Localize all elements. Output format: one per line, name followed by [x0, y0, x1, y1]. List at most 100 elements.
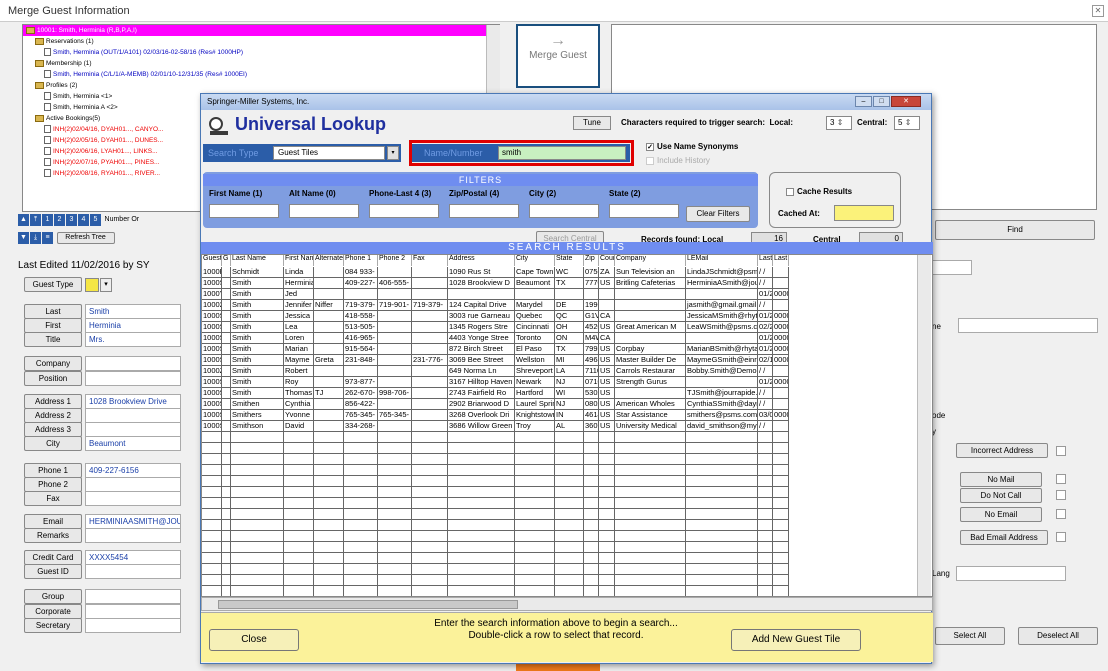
column-header[interactable]: Address: [448, 255, 515, 266]
add-new-guest-tile-button[interactable]: Add New Guest Tile: [731, 629, 861, 651]
grid-cell[interactable]: [412, 399, 448, 410]
grid-cell[interactable]: [615, 311, 686, 322]
grid-cell[interactable]: [615, 300, 686, 311]
field-value[interactable]: [85, 408, 181, 423]
grid-cell[interactable]: American Wholes: [615, 399, 686, 410]
grid-cell[interactable]: Smith: [231, 322, 284, 333]
grid-cell[interactable]: [773, 421, 789, 432]
grid-cell[interactable]: CynthiaSSmith@dayrep.co: [686, 399, 758, 410]
grid-cell[interactable]: 0000: [773, 410, 789, 421]
grid-cell[interactable]: Linda: [284, 267, 314, 278]
grid-cell[interactable]: 973-877-: [344, 377, 378, 388]
field-value[interactable]: HERMINIAASMITH@JOU: [85, 514, 181, 529]
grid-cell[interactable]: [412, 366, 448, 377]
field-value[interactable]: Mrs.: [85, 332, 181, 347]
grid-cell[interactable]: 10002: [202, 300, 222, 311]
grid-cell[interactable]: [314, 366, 344, 377]
field-label-button[interactable]: First: [24, 318, 82, 333]
grid-cell[interactable]: WI: [555, 388, 584, 399]
grid-cell[interactable]: 1000S: [202, 278, 222, 289]
right-field-ne[interactable]: [958, 318, 1098, 333]
grid-cell[interactable]: [222, 278, 231, 289]
grid-cell[interactable]: 1000R: [202, 267, 222, 278]
results-grid[interactable]: Guest #GLast NameFirst NamAlternatePhone…: [201, 254, 933, 597]
grid-cell[interactable]: 4403 Yonge Stree: [448, 333, 515, 344]
field-label-button[interactable]: Address 2: [24, 408, 82, 423]
grid-cell[interactable]: US: [599, 366, 615, 377]
bad-email-checkbox[interactable]: [1056, 532, 1066, 542]
grid-cell[interactable]: [412, 410, 448, 421]
grid-cell[interactable]: LeaWSmith@psms.co: [686, 322, 758, 333]
grid-cell[interactable]: US: [599, 278, 615, 289]
grid-cell[interactable]: OH: [555, 322, 584, 333]
nav-num-1[interactable]: 1: [42, 214, 53, 226]
arrow-down-end-icon[interactable]: ⤓: [30, 232, 41, 244]
grid-cell[interactable]: TX: [555, 278, 584, 289]
grid-cell[interactable]: Roy: [284, 377, 314, 388]
find-button[interactable]: Find: [935, 220, 1095, 240]
grid-cell[interactable]: 5302: [584, 388, 599, 399]
grid-cell[interactable]: Thomas: [284, 388, 314, 399]
grid-cell[interactable]: Smithers: [231, 410, 284, 421]
grid-cell[interactable]: [378, 355, 412, 366]
grid-cell[interactable]: Yvonne: [284, 410, 314, 421]
grid-cell[interactable]: Greta: [314, 355, 344, 366]
grid-cell[interactable]: Robert: [284, 366, 314, 377]
column-header[interactable]: Phone 1: [344, 255, 378, 266]
no-mail-checkbox[interactable]: [1056, 474, 1066, 484]
column-header[interactable]: Count: [599, 255, 615, 266]
grid-cell[interactable]: US: [599, 399, 615, 410]
nav-num-4[interactable]: 4: [78, 214, 89, 226]
column-header[interactable]: LEMail: [686, 255, 758, 266]
grid-cell[interactable]: [412, 377, 448, 388]
filter-input[interactable]: [449, 204, 519, 218]
grid-cell[interactable]: 3167 Hilltop Haven: [448, 377, 515, 388]
deselect-all-button[interactable]: Deselect All: [1018, 627, 1098, 645]
grid-cell[interactable]: [412, 322, 448, 333]
grid-cell[interactable]: 0802: [584, 399, 599, 410]
grid-cell[interactable]: Herminia: [284, 278, 314, 289]
grid-cell[interactable]: 1000Z: [202, 366, 222, 377]
grid-cell[interactable]: [773, 399, 789, 410]
grid-cell[interactable]: 1028 Brookview D: [448, 278, 515, 289]
do-not-call-button[interactable]: Do Not Call: [960, 488, 1042, 503]
grid-cell[interactable]: [773, 300, 789, 311]
field-label-button[interactable]: Credit Card: [24, 550, 82, 565]
tree-node[interactable]: 10001: Smith, Herminia (R,B,P,A,I): [23, 25, 499, 36]
grid-cell[interactable]: [222, 322, 231, 333]
column-header[interactable]: Fax: [412, 255, 448, 266]
tree-node[interactable]: Membership (1): [23, 58, 499, 69]
field-label-button[interactable]: Fax: [24, 491, 82, 506]
grid-cell[interactable]: [314, 322, 344, 333]
grid-cell[interactable]: NJ: [555, 399, 584, 410]
grid-cell[interactable]: 1000S: [202, 355, 222, 366]
grid-cell[interactable]: 7993: [584, 344, 599, 355]
grid-cell[interactable]: Smith: [231, 377, 284, 388]
grid-cell[interactable]: 01/2: [758, 333, 773, 344]
grid-cell[interactable]: Corpbay: [615, 344, 686, 355]
grid-cell[interactable]: [412, 311, 448, 322]
column-header[interactable]: Last: [773, 255, 789, 266]
grid-cell[interactable]: / /: [758, 366, 773, 377]
column-header[interactable]: Phone 2: [378, 255, 412, 266]
grid-cell[interactable]: [615, 289, 686, 300]
grid-cell[interactable]: JessicaMSmith@rhyta: [686, 311, 758, 322]
grid-cell[interactable]: Smith: [231, 311, 284, 322]
grid-cell[interactable]: 3268 Overlook Dri: [448, 410, 515, 421]
no-email-button[interactable]: No Email: [960, 507, 1042, 522]
grid-cell[interactable]: 1345 Rogers Stre: [448, 322, 515, 333]
grid-cell[interactable]: 409-227-: [344, 278, 378, 289]
field-label-button[interactable]: Phone 1: [24, 463, 82, 478]
close-icon[interactable]: ✕: [1092, 5, 1104, 17]
grid-cell[interactable]: DE: [555, 300, 584, 311]
grid-cell[interactable]: [555, 289, 584, 300]
grid-cell[interactable]: WC: [555, 267, 584, 278]
grid-cell[interactable]: david_smithson@mye: [686, 421, 758, 432]
grid-cell[interactable]: M4W: [584, 333, 599, 344]
field-value[interactable]: 1028 Brookview Drive: [85, 394, 181, 409]
grid-cell[interactable]: US: [599, 322, 615, 333]
grid-cell[interactable]: / /: [758, 300, 773, 311]
grid-cell[interactable]: Smithen: [231, 399, 284, 410]
grid-cell[interactable]: [222, 399, 231, 410]
grid-cell[interactable]: [448, 289, 515, 300]
